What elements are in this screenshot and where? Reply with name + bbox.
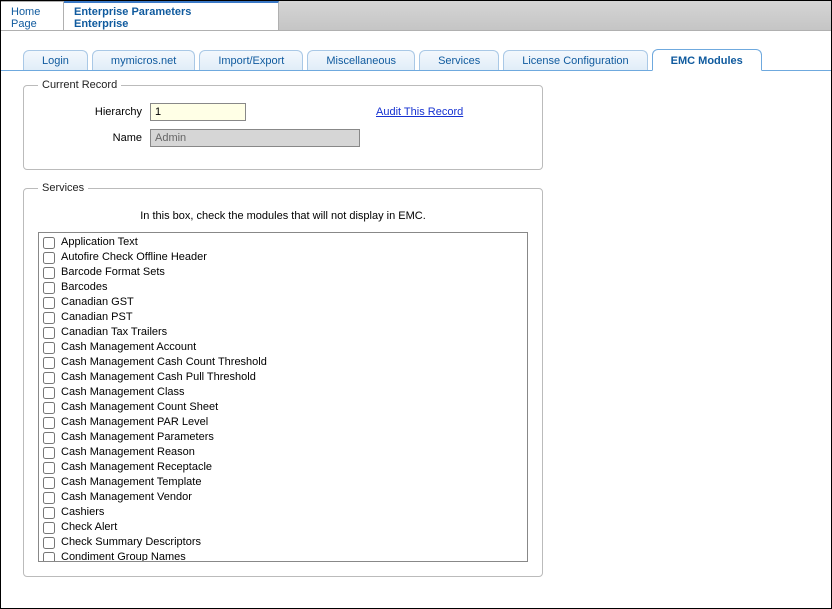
module-label: Cash Management Reason xyxy=(61,445,195,460)
tab-emc-modules[interactable]: EMC Modules xyxy=(652,49,762,71)
module-checkbox[interactable] xyxy=(43,357,55,369)
module-label: Check Alert xyxy=(61,520,117,535)
tab-license-configuration[interactable]: License Configuration xyxy=(503,50,647,70)
module-checkbox[interactable] xyxy=(43,282,55,294)
module-item[interactable]: Application Text xyxy=(43,235,523,250)
module-checkbox[interactable] xyxy=(43,372,55,384)
tab-services[interactable]: Services xyxy=(419,50,499,70)
audit-this-record-link[interactable]: Audit This Record xyxy=(376,106,463,118)
module-item[interactable]: Cash Management Count Sheet xyxy=(43,400,523,415)
module-label: Cash Management PAR Level xyxy=(61,415,208,430)
module-checkbox[interactable] xyxy=(43,327,55,339)
module-item[interactable]: Cash Management Reason xyxy=(43,445,523,460)
app-frame: Home Page Enterprise Parameters Enterpri… xyxy=(0,0,832,609)
top-breadcrumb-bar: Home Page Enterprise Parameters Enterpri… xyxy=(1,1,831,31)
module-checkbox[interactable] xyxy=(43,447,55,459)
module-item[interactable]: Canadian GST xyxy=(43,295,523,310)
module-checkbox[interactable] xyxy=(43,417,55,429)
module-item[interactable]: Canadian Tax Trailers xyxy=(43,325,523,340)
module-checkbox[interactable] xyxy=(43,492,55,504)
tab-import-export[interactable]: Import/Export xyxy=(199,50,303,70)
module-label: Condiment Group Names xyxy=(61,550,186,562)
module-checkbox[interactable] xyxy=(43,237,55,249)
module-checkbox[interactable] xyxy=(43,312,55,324)
current-record-legend: Current Record xyxy=(38,79,121,91)
module-checkbox[interactable] xyxy=(43,342,55,354)
module-label: Canadian Tax Trailers xyxy=(61,325,167,340)
hierarchy-label: Hierarchy xyxy=(38,106,150,118)
tab-login[interactable]: Login xyxy=(23,50,88,70)
module-label: Cash Management Parameters xyxy=(61,430,214,445)
module-item[interactable]: Autofire Check Offline Header xyxy=(43,250,523,265)
module-item[interactable]: Cash Management Class xyxy=(43,385,523,400)
name-input xyxy=(150,129,360,147)
module-checkbox[interactable] xyxy=(43,252,55,264)
current-record-group: Current Record Hierarchy Audit This Reco… xyxy=(23,79,543,170)
module-item[interactable]: Canadian PST xyxy=(43,310,523,325)
module-checkbox[interactable] xyxy=(43,402,55,414)
module-checkbox[interactable] xyxy=(43,537,55,549)
tab-miscellaneous[interactable]: Miscellaneous xyxy=(307,50,415,70)
module-label: Check Summary Descriptors xyxy=(61,535,201,550)
module-checkbox[interactable] xyxy=(43,297,55,309)
module-item[interactable]: Cash Management Cash Count Threshold xyxy=(43,355,523,370)
module-checkbox[interactable] xyxy=(43,267,55,279)
module-item[interactable]: Barcodes xyxy=(43,280,523,295)
module-label: Barcode Format Sets xyxy=(61,265,165,280)
module-item[interactable]: Cash Management Receptacle xyxy=(43,460,523,475)
module-item[interactable]: Check Summary Descriptors xyxy=(43,535,523,550)
module-label: Cash Management Receptacle xyxy=(61,460,212,475)
module-checkbox[interactable] xyxy=(43,507,55,519)
module-item[interactable]: Cash Management Parameters xyxy=(43,430,523,445)
topbar-filler xyxy=(279,1,831,30)
module-item[interactable]: Cash Management PAR Level xyxy=(43,415,523,430)
module-label: Autofire Check Offline Header xyxy=(61,250,207,265)
module-label: Cash Management Account xyxy=(61,340,196,355)
tab-strip: Login mymicros.net Import/Export Miscell… xyxy=(1,45,831,71)
module-label: Canadian PST xyxy=(61,310,133,325)
module-list[interactable]: Application TextAutofire Check Offline H… xyxy=(38,232,528,562)
tab-content: Current Record Hierarchy Audit This Reco… xyxy=(1,71,831,577)
module-checkbox[interactable] xyxy=(43,522,55,534)
module-label: Cash Management Template xyxy=(61,475,201,490)
enterprise-parameters-tab[interactable]: Enterprise Parameters Enterprise xyxy=(64,1,279,30)
tab-mymicros[interactable]: mymicros.net xyxy=(92,50,195,70)
module-label: Cash Management Cash Count Threshold xyxy=(61,355,267,370)
name-label: Name xyxy=(38,132,150,144)
module-checkbox[interactable] xyxy=(43,387,55,399)
home-page-tab[interactable]: Home Page xyxy=(1,1,64,30)
module-item[interactable]: Cash Management Cash Pull Threshold xyxy=(43,370,523,385)
name-row: Name xyxy=(38,129,528,147)
module-label: Cash Management Vendor xyxy=(61,490,192,505)
services-legend: Services xyxy=(38,182,88,194)
module-label: Cash Management Count Sheet xyxy=(61,400,218,415)
module-label: Application Text xyxy=(61,235,138,250)
hierarchy-input[interactable] xyxy=(150,103,246,121)
module-item[interactable]: Barcode Format Sets xyxy=(43,265,523,280)
module-item[interactable]: Condiment Group Names xyxy=(43,550,523,562)
module-item[interactable]: Cash Management Template xyxy=(43,475,523,490)
module-label: Cashiers xyxy=(61,505,104,520)
module-item[interactable]: Check Alert xyxy=(43,520,523,535)
module-checkbox[interactable] xyxy=(43,462,55,474)
module-checkbox[interactable] xyxy=(43,432,55,444)
module-label: Canadian GST xyxy=(61,295,134,310)
services-instruction: In this box, check the modules that will… xyxy=(38,210,528,222)
services-group: Services In this box, check the modules … xyxy=(23,182,543,577)
module-checkbox[interactable] xyxy=(43,552,55,563)
module-label: Cash Management Cash Pull Threshold xyxy=(61,370,256,385)
module-item[interactable]: Cash Management Vendor xyxy=(43,490,523,505)
module-label: Barcodes xyxy=(61,280,107,295)
module-checkbox[interactable] xyxy=(43,477,55,489)
hierarchy-row: Hierarchy Audit This Record xyxy=(38,103,528,121)
module-item[interactable]: Cash Management Account xyxy=(43,340,523,355)
module-item[interactable]: Cashiers xyxy=(43,505,523,520)
module-label: Cash Management Class xyxy=(61,385,185,400)
